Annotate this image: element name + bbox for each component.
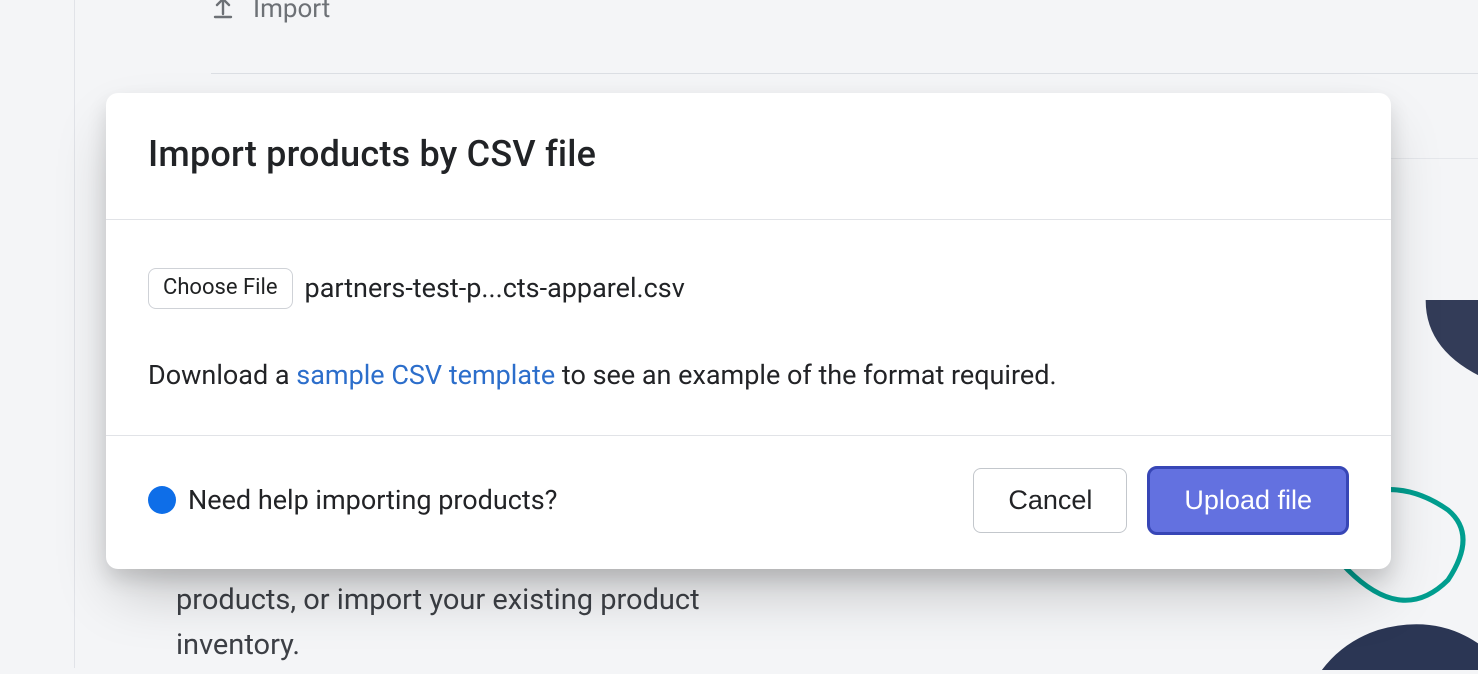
left-rail: [0, 0, 75, 668]
file-picker-row: Choose File partners-test-p...cts-appare…: [148, 268, 1349, 309]
modal-body: Choose File partners-test-p...cts-appare…: [106, 220, 1391, 436]
upload-file-button[interactable]: Upload file: [1147, 466, 1349, 535]
import-label: Import: [253, 0, 330, 24]
chosen-filename: partners-test-p...cts-apparel.csv: [305, 272, 685, 304]
modal-title: Import products by CSV file: [148, 133, 1349, 175]
upload-icon: [211, 0, 235, 23]
modal-header: Import products by CSV file: [106, 93, 1391, 220]
cancel-button[interactable]: Cancel: [973, 468, 1127, 533]
background-body-text: products, or import your existing produc…: [176, 578, 816, 668]
help-text: Need help importing products?: [188, 484, 557, 516]
modal-footer: Need help importing products? Cancel Upl…: [106, 436, 1391, 569]
download-hint: Download a sample CSV template to see an…: [148, 357, 1349, 395]
import-action[interactable]: Import: [211, 0, 330, 24]
help-dot-icon: [148, 486, 176, 514]
choose-file-button[interactable]: Choose File: [148, 268, 293, 309]
sample-csv-link[interactable]: sample CSV template: [296, 359, 555, 391]
download-hint-suffix: to see an example of the format required…: [555, 359, 1056, 391]
download-hint-prefix: Download a: [148, 359, 296, 391]
footer-buttons: Cancel Upload file: [973, 466, 1349, 535]
divider: [211, 73, 1478, 74]
help-link[interactable]: Need help importing products?: [148, 484, 557, 516]
import-csv-modal: Import products by CSV file Choose File …: [106, 93, 1391, 569]
